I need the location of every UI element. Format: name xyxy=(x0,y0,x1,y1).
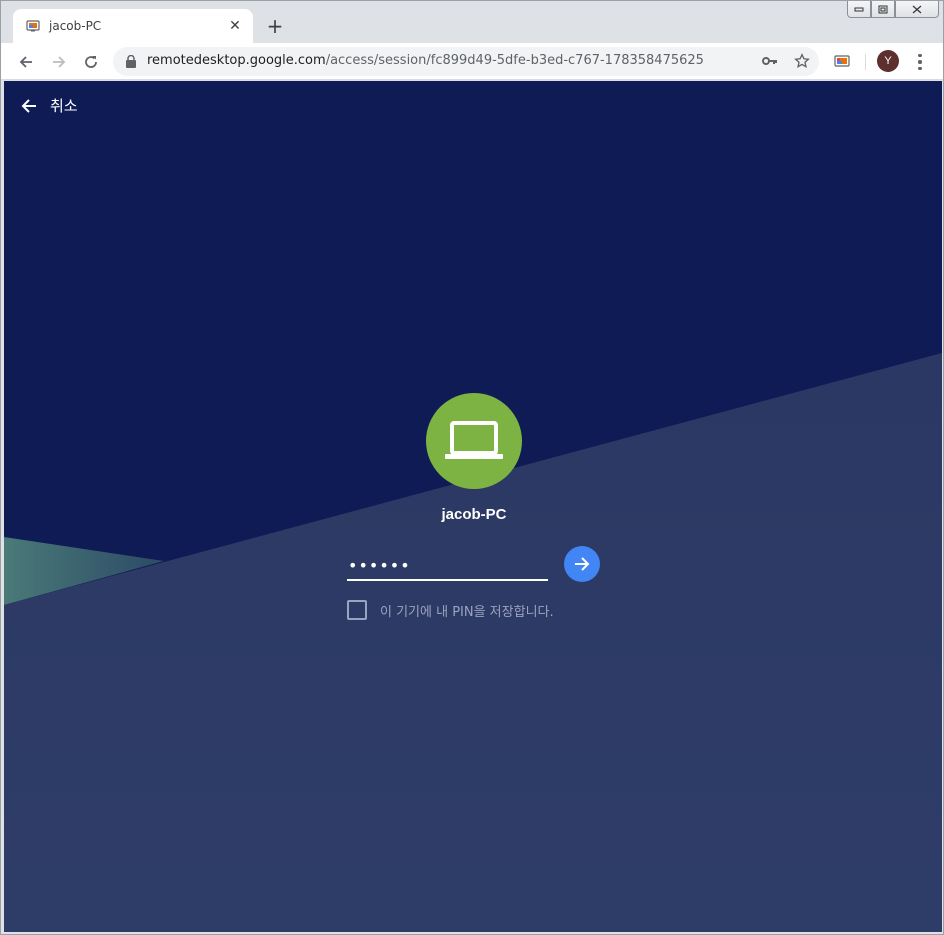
browser-toolbar: remotedesktop.google.com/access/session/… xyxy=(1,43,943,80)
reload-button[interactable] xyxy=(79,50,103,74)
remember-pin-option[interactable]: 이 기기에 내 PIN을 저장합니다. xyxy=(347,600,554,620)
toolbar-separator xyxy=(865,54,866,70)
url-text: remotedesktop.google.com/access/session/… xyxy=(147,53,704,68)
restore-button[interactable] xyxy=(871,1,895,18)
tab-title: jacob-PC xyxy=(49,19,102,33)
reload-icon xyxy=(85,56,97,68)
remember-pin-label: 이 기기에 내 PIN을 저장합니다. xyxy=(380,604,554,620)
remote-desktop-icon xyxy=(26,20,40,32)
tab-close-icon[interactable]: ✕ xyxy=(227,18,243,34)
minimize-button[interactable] xyxy=(847,1,871,18)
new-tab-button[interactable]: + xyxy=(264,15,286,37)
key-icon[interactable] xyxy=(761,52,779,70)
arrow-forward-icon xyxy=(575,557,590,571)
host-name: jacob-PC xyxy=(441,506,507,523)
remote-desktop-extension-icon[interactable] xyxy=(834,53,852,71)
arrow-back-icon xyxy=(21,98,36,113)
remember-pin-checkbox[interactable] xyxy=(347,600,367,620)
cancel-label: 취소 xyxy=(50,97,78,115)
lock-icon xyxy=(126,55,136,68)
profile-avatar[interactable]: Y xyxy=(877,50,899,72)
pin-input[interactable] xyxy=(347,551,548,581)
restore-icon xyxy=(878,5,888,13)
arrow-right-icon xyxy=(53,56,66,68)
host-avatar xyxy=(426,393,522,489)
submit-pin-button[interactable] xyxy=(564,546,600,582)
tab-jacob-pc[interactable]: jacob-PC ✕ xyxy=(13,9,253,43)
address-bar[interactable]: remotedesktop.google.com/access/session/… xyxy=(113,47,819,76)
close-window-button[interactable] xyxy=(895,1,939,18)
forward-button[interactable] xyxy=(47,50,71,74)
url-path: /access/session/fc899d49-5dfe-b3ed-c767-… xyxy=(325,53,704,68)
back-button[interactable] xyxy=(14,50,38,74)
browser-window: jacob-PC ✕ + remotedesktop.google.com/ac… xyxy=(0,0,944,935)
star-icon[interactable] xyxy=(793,52,811,70)
menu-icon[interactable] xyxy=(911,52,929,72)
arrow-left-icon xyxy=(19,56,32,68)
tab-strip: jacob-PC ✕ + xyxy=(1,1,943,43)
minimize-icon xyxy=(854,7,864,12)
laptop-icon xyxy=(445,421,503,459)
url-host: remotedesktop.google.com xyxy=(147,53,326,68)
close-icon xyxy=(912,5,922,13)
cancel-button[interactable]: 취소 xyxy=(20,95,78,116)
remote-desktop-content: 취소 jacob-PC 이 기기에 내 PIN을 저장합니다. xyxy=(4,81,942,932)
window-controls xyxy=(847,1,939,19)
